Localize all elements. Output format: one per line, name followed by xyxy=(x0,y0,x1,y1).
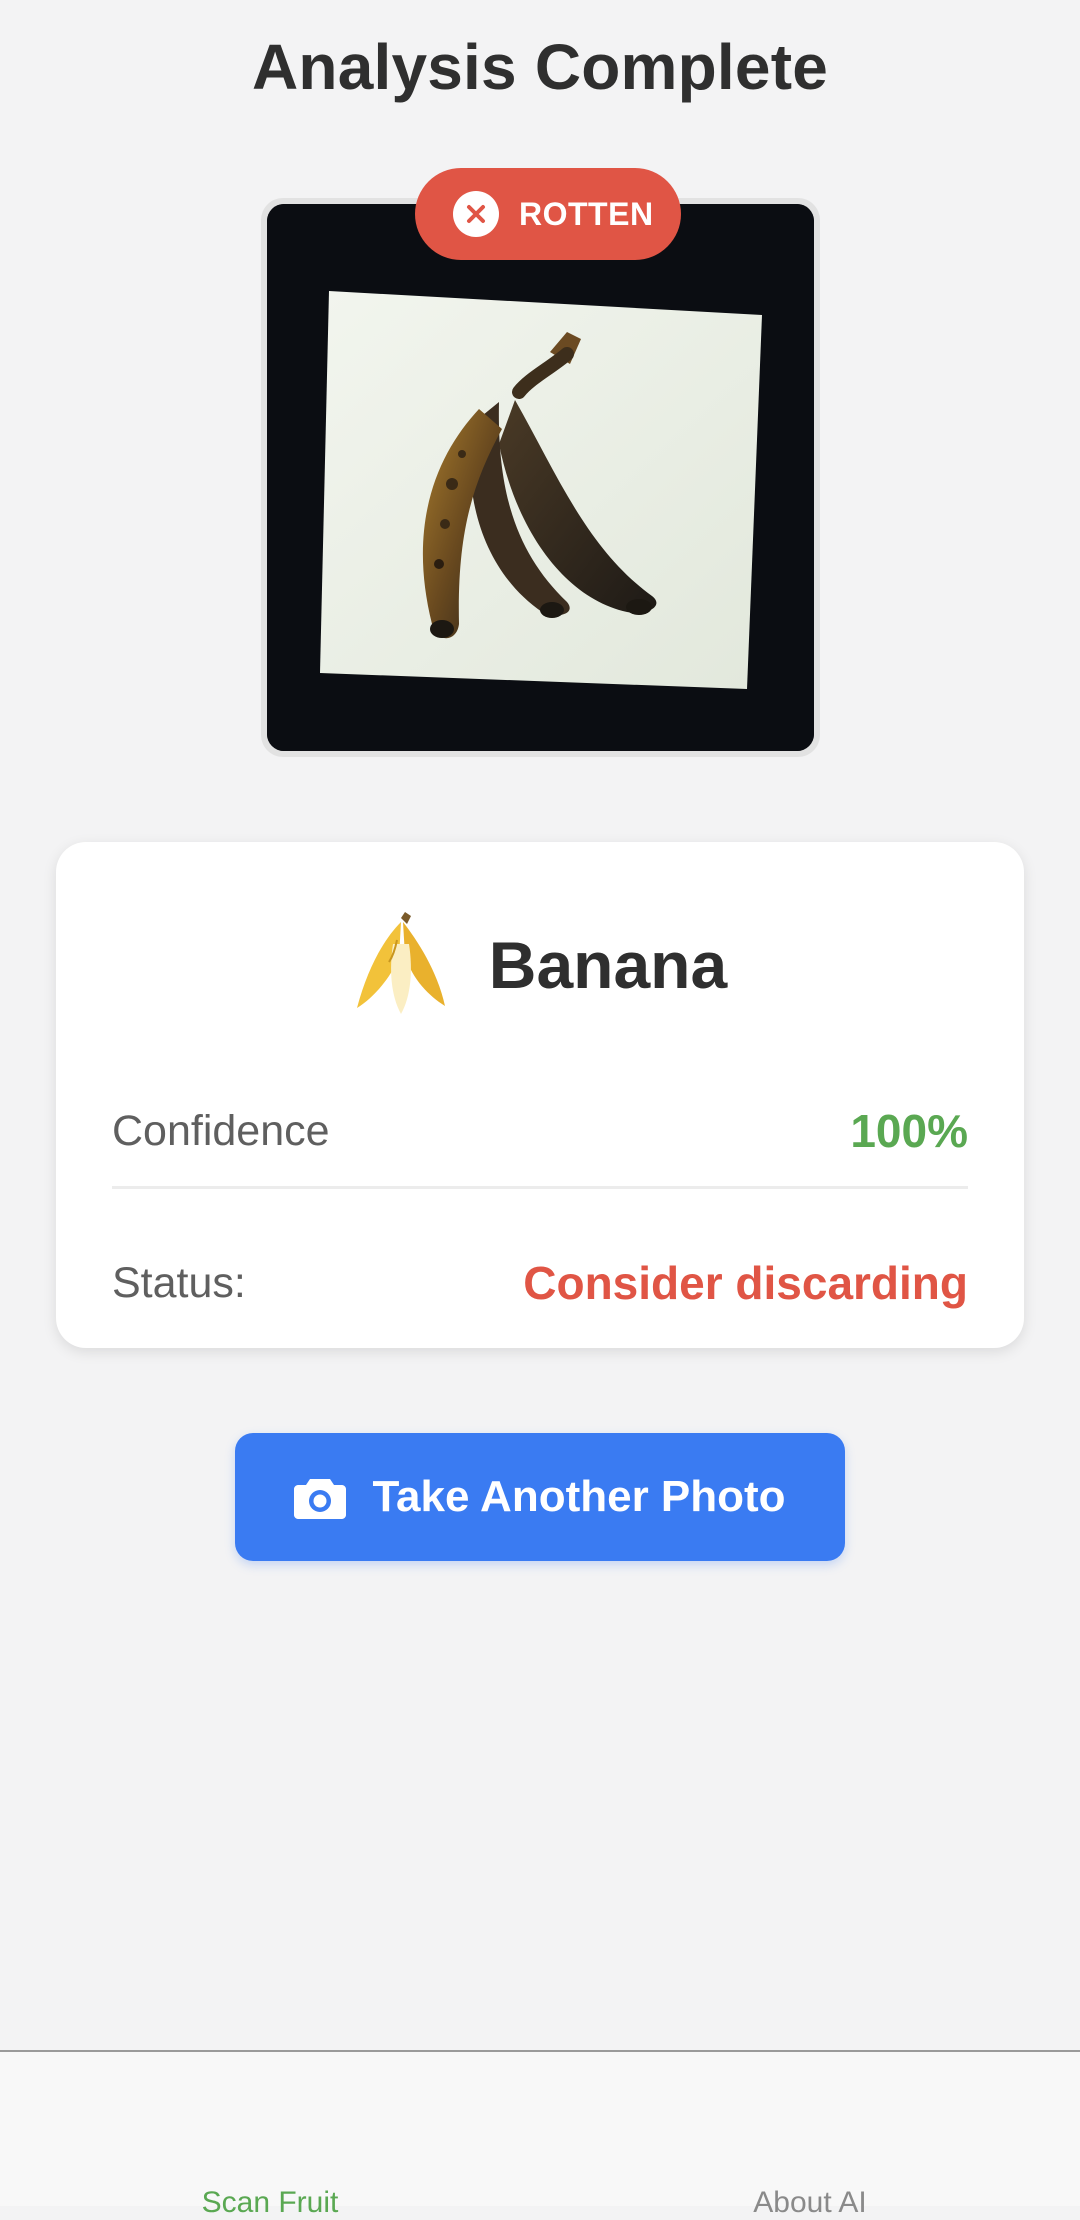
divider xyxy=(112,1186,968,1189)
page-title: Analysis Complete xyxy=(251,31,829,103)
banana-icon xyxy=(356,912,445,1014)
take-another-photo-button[interactable]: Take Another Photo xyxy=(235,1433,845,1561)
close-circle-icon xyxy=(453,191,499,237)
status-row: Status: Consider discarding xyxy=(112,1256,968,1310)
confidence-value: 100% xyxy=(850,1105,968,1157)
confidence-label: Confidence xyxy=(112,1106,330,1155)
rotten-badge: ROTTEN xyxy=(415,168,681,260)
scanned-fruit-photo xyxy=(267,204,814,751)
scanned-photo-frame xyxy=(261,198,820,757)
tab-scan-fruit[interactable]: Scan Fruit xyxy=(120,2186,420,2220)
camera-icon xyxy=(294,1479,347,1519)
status-label: Status: xyxy=(112,1258,246,1307)
bottom-tab-bar: Scan Fruit About AI xyxy=(0,2050,1080,2219)
take-another-photo-label: Take Another Photo xyxy=(372,1472,786,1521)
confidence-row: Confidence 100% xyxy=(112,1104,968,1158)
fruit-header: Banana xyxy=(56,910,1024,1020)
result-card: Banana Confidence 100% Status: Consider … xyxy=(56,842,1024,1348)
status-value: Consider discarding xyxy=(523,1257,968,1309)
fruit-name: Banana xyxy=(488,928,728,1002)
verdict-label: ROTTEN xyxy=(519,195,654,232)
tab-about-ai[interactable]: About AI xyxy=(660,2186,960,2220)
